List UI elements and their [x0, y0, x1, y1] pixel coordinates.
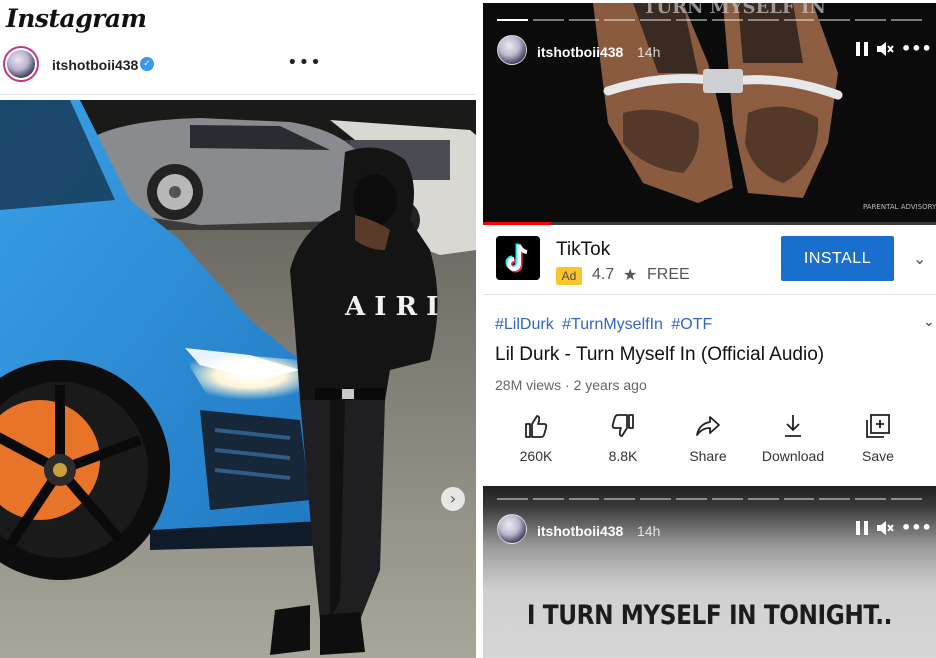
- video-meta: 28M views · 2 years ago: [495, 377, 647, 393]
- svg-text:PARENTAL ADVISORY: PARENTAL ADVISORY: [863, 203, 936, 211]
- story-segment: [783, 498, 815, 500]
- share-button[interactable]: Share: [665, 412, 751, 464]
- svg-text:TURN MYSELF IN: TURN MYSELF IN: [643, 3, 826, 18]
- muted-speaker-icon[interactable]: [876, 520, 894, 540]
- story-time: 14h: [637, 44, 661, 60]
- download-icon: [750, 412, 836, 440]
- dislike-count: 8.8K: [608, 448, 638, 464]
- story-segment: [640, 19, 672, 21]
- story-segment: [676, 498, 707, 500]
- install-button[interactable]: INSTALL: [781, 236, 894, 281]
- post-photo[interactable]: A I R I ›: [0, 100, 476, 658]
- story-segment: [497, 19, 528, 21]
- hashtag-row: #LilDurk #TurnMyselfIn #OTF: [495, 316, 716, 334]
- story-progress-segments: [497, 498, 922, 501]
- screenshot-collage: Instagram itshotboii438 ✓ ••• A I R I › …: [0, 0, 936, 658]
- like-button[interactable]: 260K: [493, 412, 579, 464]
- story-segment: [819, 19, 851, 21]
- ad-price: FREE: [647, 266, 690, 283]
- view-count: 28M views: [495, 377, 562, 393]
- ad-rating: 4.7: [592, 266, 615, 283]
- story-username[interactable]: itshotboii438: [537, 44, 623, 60]
- instagram-post-panel: Instagram itshotboii438 ✓ ••• A I R I ›: [0, 0, 476, 658]
- story-segment: [747, 19, 779, 21]
- star-icon: ★: [623, 265, 638, 284]
- save-button[interactable]: Save: [835, 412, 921, 464]
- hashtag-link[interactable]: #TurnMyselfIn: [562, 316, 663, 333]
- like-count: 260K: [519, 448, 553, 464]
- story-bottom[interactable]: itshotboii438 14h ••• I TURN MYSELF IN T…: [483, 486, 936, 658]
- thumbs-down-icon: [580, 412, 666, 440]
- story-segment: [532, 498, 564, 500]
- story-segment: [711, 19, 743, 21]
- story-segment: [532, 19, 564, 21]
- avatar[interactable]: [497, 35, 527, 65]
- story-segment: [855, 498, 887, 500]
- share-icon: [665, 412, 751, 440]
- video-frame-illustration: PARENTAL ADVISORY TURN MYSELF IN: [483, 3, 936, 225]
- hashtag-link[interactable]: #LilDurk: [495, 316, 554, 333]
- video-info: #LilDurk #TurnMyselfIn #OTF ⌄ Lil Durk -…: [483, 296, 936, 486]
- pause-icon[interactable]: [855, 520, 869, 540]
- download-label: Download: [761, 448, 825, 464]
- story-segment: [891, 19, 922, 21]
- ad-badge: Ad: [556, 267, 582, 285]
- hashtag-link[interactable]: #OTF: [671, 316, 712, 333]
- svg-text:A I R I: A I R I: [344, 292, 438, 322]
- post-username[interactable]: itshotboii438: [52, 57, 138, 73]
- story-segment: [640, 498, 672, 500]
- instagram-logo[interactable]: Instagram: [6, 4, 147, 33]
- pause-icon[interactable]: [855, 41, 869, 61]
- video-title[interactable]: Lil Durk - Turn Myself In (Official Audi…: [495, 344, 824, 366]
- post-photo-illustration: A I R I: [0, 100, 476, 658]
- ad-banner[interactable]: TikTok Ad 4.7 ★ FREE INSTALL ⌄: [483, 225, 936, 295]
- upload-age: 2 years ago: [573, 377, 647, 393]
- download-button[interactable]: Download: [750, 412, 836, 464]
- story-segment: [604, 498, 636, 500]
- story-segment: [855, 19, 887, 21]
- story-caption: I TURN MYSELF IN TONIGHT..: [526, 600, 893, 631]
- story-segment: [676, 19, 707, 21]
- muted-speaker-icon[interactable]: [876, 41, 894, 61]
- verified-badge-icon: ✓: [140, 57, 154, 71]
- story-more-icon[interactable]: •••: [901, 39, 932, 58]
- next-photo-button[interactable]: ›: [441, 487, 465, 511]
- divider: [0, 94, 476, 95]
- story-segment: [747, 498, 779, 500]
- action-bar: 260K 8.8K Share Download Save: [483, 412, 936, 472]
- story-segment: [497, 498, 528, 500]
- tiktok-logo-icon[interactable]: [496, 236, 540, 280]
- dislike-button[interactable]: 8.8K: [580, 412, 666, 464]
- story-more-icon[interactable]: •••: [901, 518, 932, 537]
- avatar[interactable]: [3, 46, 39, 82]
- story-video-top[interactable]: PARENTAL ADVISORY TURN MYSELF IN itshotb…: [483, 3, 936, 225]
- share-label: Share: [689, 448, 727, 464]
- story-segment: [568, 498, 600, 500]
- youtube-story-panel: PARENTAL ADVISORY TURN MYSELF IN itshotb…: [483, 3, 936, 658]
- story-segment: [568, 19, 600, 21]
- story-segment: [891, 498, 922, 500]
- save-label: Save: [862, 448, 894, 464]
- expand-description-icon[interactable]: ⌄: [923, 314, 935, 330]
- story-username[interactable]: itshotboii438: [537, 523, 623, 539]
- meta-separator: ·: [565, 377, 570, 393]
- avatar[interactable]: [497, 514, 527, 544]
- thumbs-up-icon: [493, 412, 579, 440]
- chevron-down-icon[interactable]: ⌄: [913, 249, 926, 268]
- story-segment: [783, 19, 815, 21]
- story-progress-segments: [497, 19, 922, 22]
- story-segment: [819, 498, 851, 500]
- save-icon: [835, 412, 921, 440]
- more-options-icon[interactable]: •••: [287, 52, 322, 73]
- ad-app-name[interactable]: TikTok: [556, 239, 610, 261]
- story-time: 14h: [637, 523, 661, 539]
- story-segment: [711, 498, 743, 500]
- story-segment: [604, 19, 636, 21]
